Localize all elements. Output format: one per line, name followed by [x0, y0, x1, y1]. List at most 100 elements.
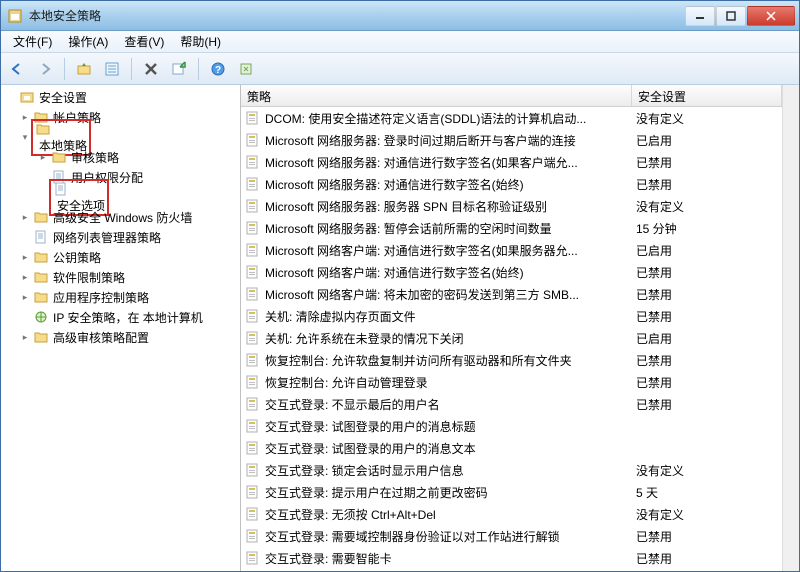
policy-item-icon: [245, 528, 261, 544]
forward-button[interactable]: [33, 57, 57, 81]
tree-item-label: IP 安全策略，在 本地计算机: [53, 309, 203, 326]
policy-row[interactable]: 关机: 允许系统在未登录的情况下关闭已启用: [241, 327, 782, 349]
app-icon: [7, 8, 23, 24]
back-button[interactable]: [5, 57, 29, 81]
toolbar-separator: [131, 58, 132, 80]
policy-row[interactable]: 关机: 清除虚拟内存页面文件已禁用: [241, 305, 782, 327]
help-button[interactable]: ?: [206, 57, 230, 81]
tree-item[interactable]: 安全选项: [1, 187, 240, 207]
policy-row[interactable]: Microsoft 网络客户端: 对通信进行数字签名(始终)已禁用: [241, 261, 782, 283]
properties-button[interactable]: [100, 57, 124, 81]
toolbar: ?: [1, 53, 799, 85]
vertical-scrollbar[interactable]: [782, 85, 799, 571]
tree-item[interactable]: 网络列表管理器策略: [1, 227, 240, 247]
expander-icon[interactable]: ▸: [37, 151, 49, 163]
policy-row[interactable]: Microsoft 网络客户端: 对通信进行数字签名(如果服务器允...已启用: [241, 239, 782, 261]
list-body[interactable]: DCOM: 使用安全描述符定义语言(SDDL)语法的计算机启动...没有定义Mi…: [241, 107, 782, 571]
menu-file[interactable]: 文件(F): [5, 31, 60, 52]
tree-item-label: 应用程序控制策略: [53, 289, 149, 306]
maximize-button[interactable]: [716, 6, 746, 26]
window-controls: [684, 6, 795, 26]
policy-name: Microsoft 网络客户端: 将未加密的密码发送到第三方 SMB...: [265, 286, 632, 303]
column-setting[interactable]: 安全设置: [632, 85, 782, 106]
expander-icon[interactable]: ▸: [19, 211, 31, 223]
expander-icon[interactable]: ▸: [19, 251, 31, 263]
menu-action[interactable]: 操作(A): [60, 31, 116, 52]
policy-row[interactable]: Microsoft 网络服务器: 服务器 SPN 目标名称验证级别没有定义: [241, 195, 782, 217]
tree-item[interactable]: ▸ 应用程序控制策略: [1, 287, 240, 307]
policy-row[interactable]: 交互式登录: 需要域控制器身份验证以对工作站进行解锁已禁用: [241, 525, 782, 547]
policy-name: 交互式登录: 锁定会话时显示用户信息: [265, 462, 632, 479]
tree-root-label: 安全设置: [39, 89, 87, 106]
minimize-button[interactable]: [685, 6, 715, 26]
tree-item[interactable]: ▸软件限制策略: [1, 267, 240, 287]
tree-pane[interactable]: 安全设置 ▸帐户策略▾本地策略▸审核策略用户权限分配安全选项▸高级安全 Wind…: [1, 85, 241, 571]
tree-item[interactable]: 用户权限分配: [1, 167, 240, 187]
policy-name: 交互式登录: 试图登录的用户的消息文本: [265, 440, 632, 457]
policy-name: 交互式登录: 无须按 Ctrl+Alt+Del: [265, 506, 632, 523]
policy-row[interactable]: 交互式登录: 不显示最后的用户名已禁用: [241, 393, 782, 415]
policy-item-icon: [245, 264, 261, 280]
policy-row[interactable]: 交互式登录: 无须按 Ctrl+Alt+Del没有定义: [241, 503, 782, 525]
expander-icon[interactable]: [19, 311, 31, 323]
expander-icon[interactable]: ▸: [19, 111, 31, 123]
policy-setting: 已禁用: [632, 374, 782, 391]
policy-row[interactable]: Microsoft 网络服务器: 暂停会话前所需的空闲时间数量15 分钟: [241, 217, 782, 239]
policy-name: 交互式登录: 需要智能卡: [265, 550, 632, 567]
expander-icon[interactable]: [37, 191, 49, 203]
close-button[interactable]: [747, 6, 795, 26]
policy-item-icon: [245, 418, 261, 434]
expander-icon[interactable]: [5, 91, 17, 103]
expander-icon[interactable]: ▸: [19, 271, 31, 283]
expander-icon[interactable]: ▾: [19, 131, 31, 143]
policy-name: Microsoft 网络客户端: 对通信进行数字签名(如果服务器允...: [265, 242, 632, 259]
policy-setting: 已启用: [632, 132, 782, 149]
policy-setting: 已禁用: [632, 308, 782, 325]
policy-item-icon: [245, 198, 261, 214]
policy-setting: 已禁用: [632, 176, 782, 193]
tree-root[interactable]: 安全设置: [1, 87, 240, 107]
list-header: 策略 安全设置: [241, 85, 782, 107]
up-button[interactable]: [72, 57, 96, 81]
menubar: 文件(F) 操作(A) 查看(V) 帮助(H): [1, 31, 799, 53]
column-policy[interactable]: 策略: [241, 85, 632, 106]
expander-icon[interactable]: [19, 231, 31, 243]
expander-icon[interactable]: ▸: [19, 291, 31, 303]
expander-icon[interactable]: ▸: [19, 331, 31, 343]
tree-item[interactable]: IP 安全策略，在 本地计算机: [1, 307, 240, 327]
policy-row[interactable]: 交互式登录: 锁定会话时显示用户信息没有定义: [241, 459, 782, 481]
policy-setting: 已禁用: [632, 264, 782, 281]
policy-row[interactable]: 交互式登录: 需要智能卡已禁用: [241, 547, 782, 569]
policy-setting: 5 天: [632, 484, 782, 501]
policy-name: 交互式登录: 需要域控制器身份验证以对工作站进行解锁: [265, 528, 632, 545]
toolbar-separator: [198, 58, 199, 80]
policy-row[interactable]: 交互式登录: 试图登录的用户的消息标题: [241, 415, 782, 437]
menu-view[interactable]: 查看(V): [116, 31, 172, 52]
policy-setting: 已禁用: [632, 286, 782, 303]
policy-row[interactable]: 恢复控制台: 允许自动管理登录已禁用: [241, 371, 782, 393]
policy-item-icon: [245, 330, 261, 346]
expander-icon[interactable]: [37, 171, 49, 183]
policy-row[interactable]: 交互式登录: 提示用户在过期之前更改密码5 天: [241, 481, 782, 503]
policy-setting: 15 分钟: [632, 220, 782, 237]
tree-item[interactable]: ▸ 高级安全 Windows 防火墙: [1, 207, 240, 227]
policy-row[interactable]: DCOM: 使用安全描述符定义语言(SDDL)语法的计算机启动...没有定义: [241, 107, 782, 129]
export-button[interactable]: [167, 57, 191, 81]
policy-row[interactable]: Microsoft 网络服务器: 对通信进行数字签名(始终)已禁用: [241, 173, 782, 195]
tree-item[interactable]: ▸高级审核策略配置: [1, 327, 240, 347]
policy-row[interactable]: 交互式登录: 试图登录的用户的消息文本: [241, 437, 782, 459]
app-window: 本地安全策略 文件(F) 操作(A) 查看(V) 帮助(H): [0, 0, 800, 572]
menu-help[interactable]: 帮助(H): [172, 31, 229, 52]
tree-item-label: 高级安全 Windows 防火墙: [53, 209, 192, 226]
policy-row[interactable]: Microsoft 网络客户端: 将未加密的密码发送到第三方 SMB...已禁用: [241, 283, 782, 305]
policy-name: 交互式登录: 试图登录的用户的消息标题: [265, 418, 632, 435]
policy-row[interactable]: 恢复控制台: 允许软盘复制并访问所有驱动器和所有文件夹已禁用: [241, 349, 782, 371]
tree-item[interactable]: ▾本地策略: [1, 127, 240, 147]
policy-item-icon: [245, 308, 261, 324]
refresh-button[interactable]: [234, 57, 258, 81]
delete-button[interactable]: [139, 57, 163, 81]
tree-item[interactable]: ▸公钥策略: [1, 247, 240, 267]
policy-row[interactable]: Microsoft 网络服务器: 对通信进行数字签名(如果客户端允...已禁用: [241, 151, 782, 173]
policy-row[interactable]: Microsoft 网络服务器: 登录时间过期后断开与客户端的连接已启用: [241, 129, 782, 151]
policy-item-icon: [245, 132, 261, 148]
